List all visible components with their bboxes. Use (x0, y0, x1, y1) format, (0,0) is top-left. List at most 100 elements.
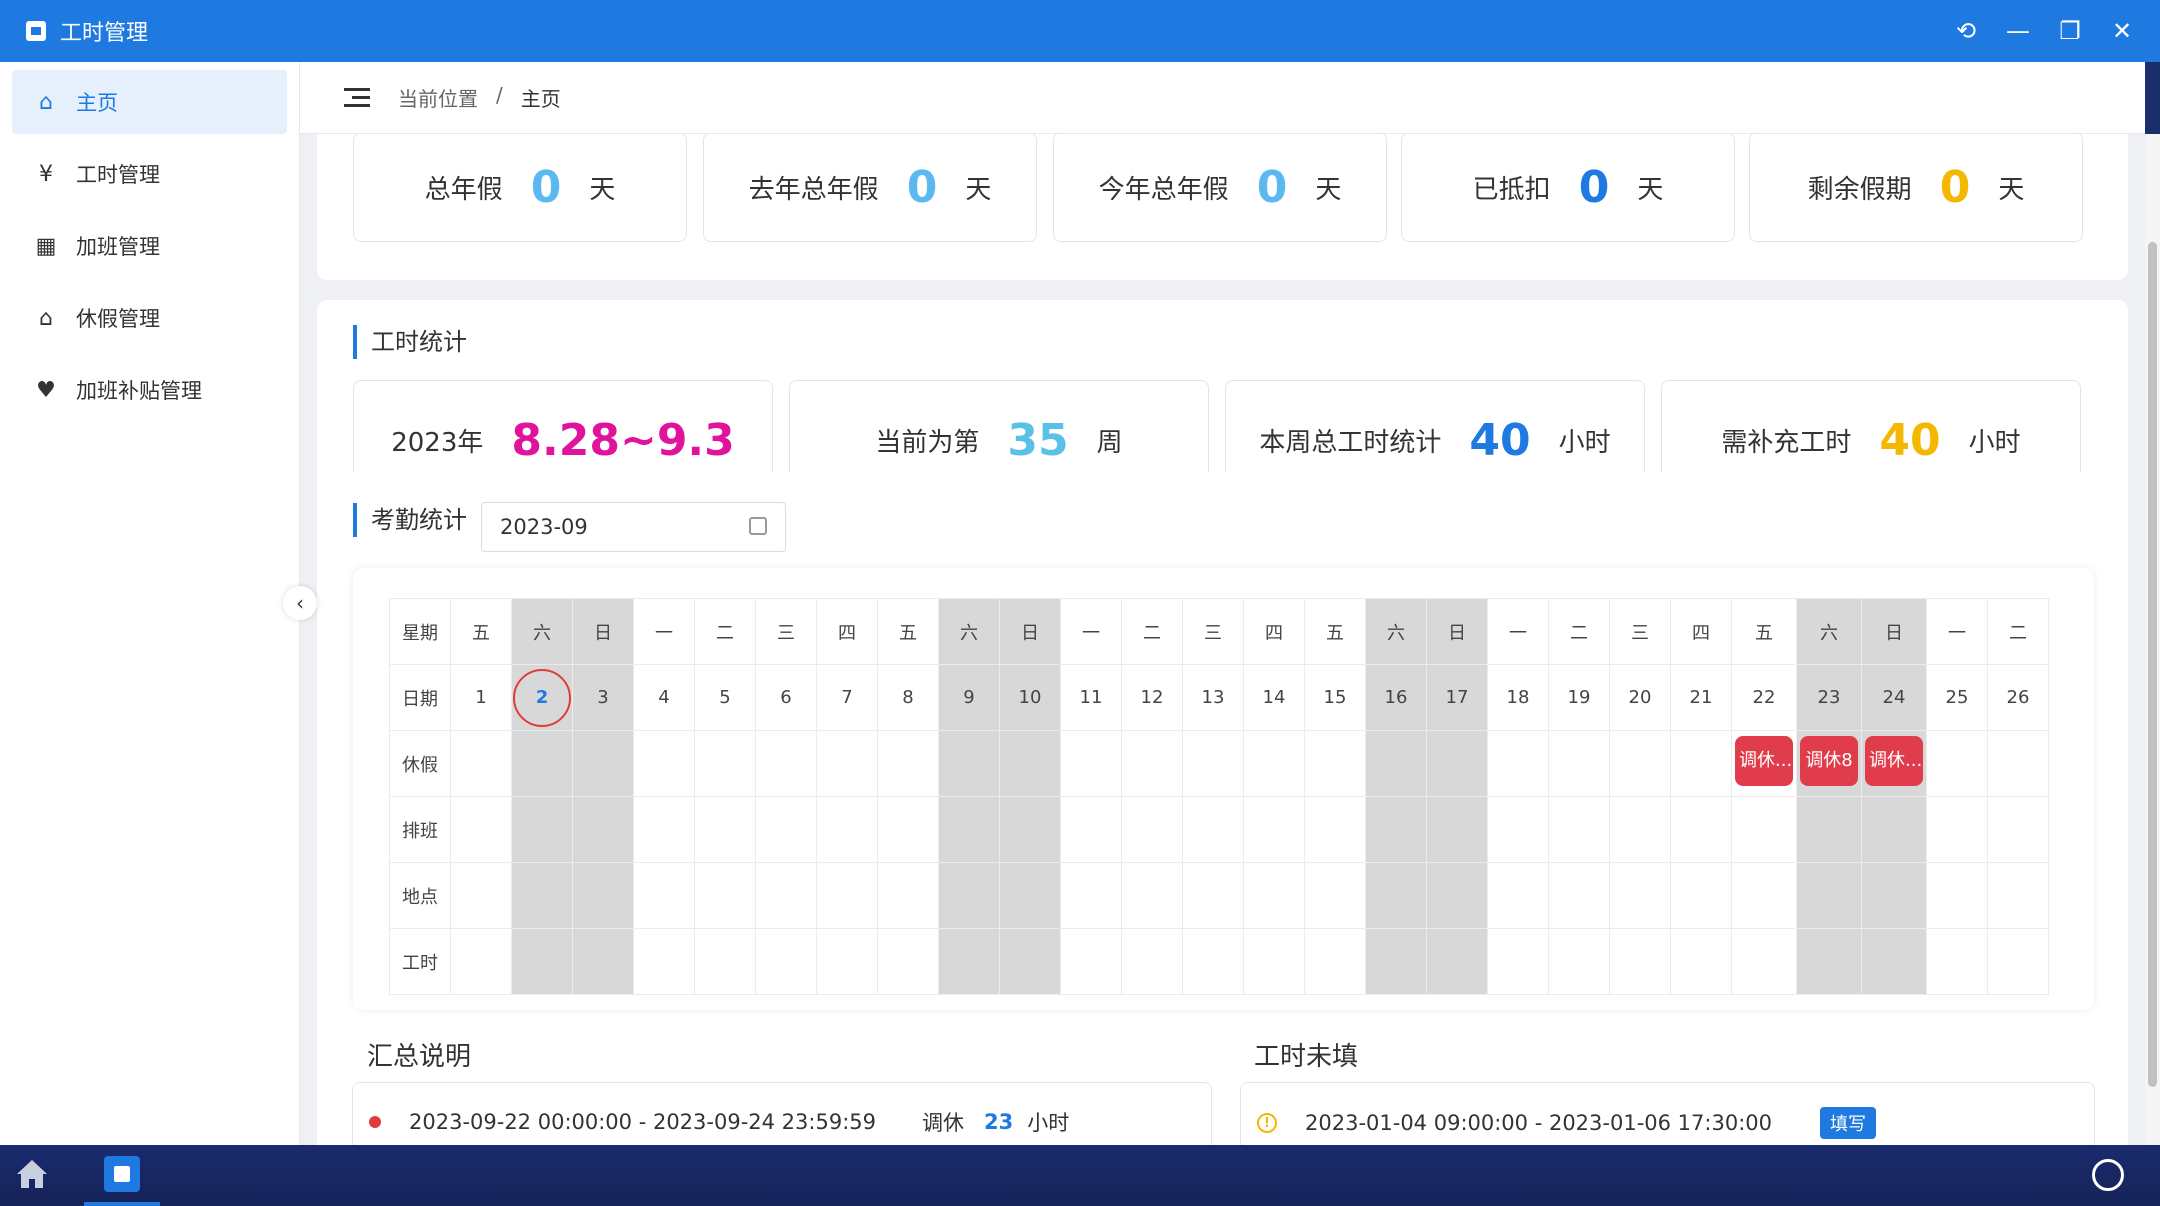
leave-tag[interactable]: 调休8 (1800, 736, 1858, 786)
leave-cell[interactable] (1426, 730, 1488, 797)
calendar-cell[interactable] (1548, 862, 1610, 929)
calendar-cell[interactable] (572, 796, 634, 863)
calendar-cell[interactable] (1060, 928, 1122, 995)
calendar-cell[interactable] (511, 796, 573, 863)
date-cell[interactable]: 4 (633, 664, 695, 731)
calendar-cell[interactable] (450, 862, 512, 929)
calendar-cell[interactable] (450, 928, 512, 995)
calendar-cell[interactable] (1987, 862, 2049, 929)
calendar-cell[interactable] (694, 862, 756, 929)
calendar-cell[interactable] (1365, 928, 1427, 995)
date-cell[interactable]: 11 (1060, 664, 1122, 731)
date-cell[interactable]: 15 (1304, 664, 1366, 731)
restore-button[interactable]: ❐ (2044, 5, 2096, 57)
date-cell[interactable]: 2 (511, 664, 573, 731)
calendar-cell[interactable] (1426, 796, 1488, 863)
calendar-cell[interactable] (1304, 862, 1366, 929)
leave-cell[interactable]: 调休... (1731, 730, 1797, 797)
calendar-cell[interactable] (694, 928, 756, 995)
today-marker[interactable]: 2 (513, 668, 571, 727)
calendar-cell[interactable] (1304, 928, 1366, 995)
date-cell[interactable]: 22 (1731, 664, 1797, 731)
leave-cell[interactable] (816, 730, 878, 797)
calendar-cell[interactable] (1426, 928, 1488, 995)
calendar-cell[interactable] (633, 862, 695, 929)
date-cell[interactable]: 18 (1487, 664, 1549, 731)
calendar-cell[interactable] (1731, 862, 1797, 929)
date-cell[interactable]: 12 (1121, 664, 1183, 731)
calendar-cell[interactable] (755, 862, 817, 929)
date-cell[interactable]: 24 (1861, 664, 1927, 731)
calendar-cell[interactable] (1926, 796, 1988, 863)
calendar-cell[interactable] (1926, 862, 1988, 929)
calendar-cell[interactable] (1548, 928, 1610, 995)
leave-cell[interactable] (1548, 730, 1610, 797)
scrollbar-thumb[interactable] (2148, 242, 2157, 1087)
leave-cell[interactable] (572, 730, 634, 797)
calendar-cell[interactable] (938, 928, 1000, 995)
month-picker[interactable]: 2023-09 (481, 502, 786, 552)
calendar-cell[interactable] (1796, 928, 1862, 995)
calendar-cell[interactable] (1243, 796, 1305, 863)
calendar-cell[interactable] (999, 928, 1061, 995)
calendar-cell[interactable] (877, 796, 939, 863)
calendar-cell[interactable] (1121, 796, 1183, 863)
calendar-cell[interactable] (1365, 796, 1427, 863)
leave-tag[interactable]: 调休... (1865, 736, 1923, 786)
leave-cell[interactable] (1987, 730, 2049, 797)
date-cell[interactable]: 1 (450, 664, 512, 731)
date-cell[interactable]: 21 (1670, 664, 1732, 731)
date-cell[interactable]: 25 (1926, 664, 1988, 731)
date-cell[interactable]: 7 (816, 664, 878, 731)
leave-cell[interactable] (1121, 730, 1183, 797)
calendar-cell[interactable] (633, 928, 695, 995)
calendar-cell[interactable] (1060, 862, 1122, 929)
leave-cell[interactable] (1365, 730, 1427, 797)
calendar-cell[interactable] (999, 862, 1061, 929)
home-icon[interactable] (14, 1157, 50, 1191)
calendar-cell[interactable] (755, 928, 817, 995)
sidebar-item-home[interactable]: ⌂ 主页 (12, 70, 287, 134)
leave-cell[interactable] (877, 730, 939, 797)
calendar-cell[interactable] (1861, 796, 1927, 863)
leave-cell[interactable] (1243, 730, 1305, 797)
date-cell[interactable]: 8 (877, 664, 939, 731)
date-cell[interactable]: 5 (694, 664, 756, 731)
leave-cell[interactable] (1487, 730, 1549, 797)
calendar-cell[interactable] (816, 796, 878, 863)
calendar-cell[interactable] (1861, 862, 1927, 929)
leave-cell[interactable] (938, 730, 1000, 797)
calendar-cell[interactable] (450, 796, 512, 863)
calendar-cell[interactable] (1487, 796, 1549, 863)
calendar-cell[interactable] (1987, 796, 2049, 863)
calendar-cell[interactable] (511, 928, 573, 995)
date-cell[interactable]: 23 (1796, 664, 1862, 731)
calendar-cell[interactable] (999, 796, 1061, 863)
date-cell[interactable]: 3 (572, 664, 634, 731)
close-button[interactable]: ✕ (2096, 5, 2148, 57)
calendar-cell[interactable] (1243, 862, 1305, 929)
calendar-cell[interactable] (1609, 928, 1671, 995)
scrollbar[interactable] (2145, 134, 2160, 1145)
sidebar-item-overtime-subsidy[interactable]: ♥ 加班补贴管理 (12, 358, 287, 422)
date-cell[interactable]: 16 (1365, 664, 1427, 731)
sidebar-item-overtime[interactable]: ▦ 加班管理 (12, 214, 287, 278)
calendar-cell[interactable] (1487, 928, 1549, 995)
leave-cell[interactable]: 调休... (1861, 730, 1927, 797)
leave-cell[interactable] (633, 730, 695, 797)
date-cell[interactable]: 9 (938, 664, 1000, 731)
calendar-cell[interactable] (938, 796, 1000, 863)
calendar-cell[interactable] (755, 796, 817, 863)
calendar-cell[interactable] (633, 796, 695, 863)
calendar-cell[interactable] (938, 862, 1000, 929)
minimize-button[interactable]: — (1992, 5, 2044, 57)
calendar-cell[interactable] (1365, 862, 1427, 929)
chat-icon[interactable] (2092, 1159, 2124, 1191)
date-cell[interactable]: 19 (1548, 664, 1610, 731)
date-cell[interactable]: 17 (1426, 664, 1488, 731)
leave-cell[interactable] (1304, 730, 1366, 797)
calendar-cell[interactable] (1182, 928, 1244, 995)
leave-cell[interactable] (1926, 730, 1988, 797)
leave-cell[interactable] (755, 730, 817, 797)
calendar-cell[interactable] (1548, 796, 1610, 863)
